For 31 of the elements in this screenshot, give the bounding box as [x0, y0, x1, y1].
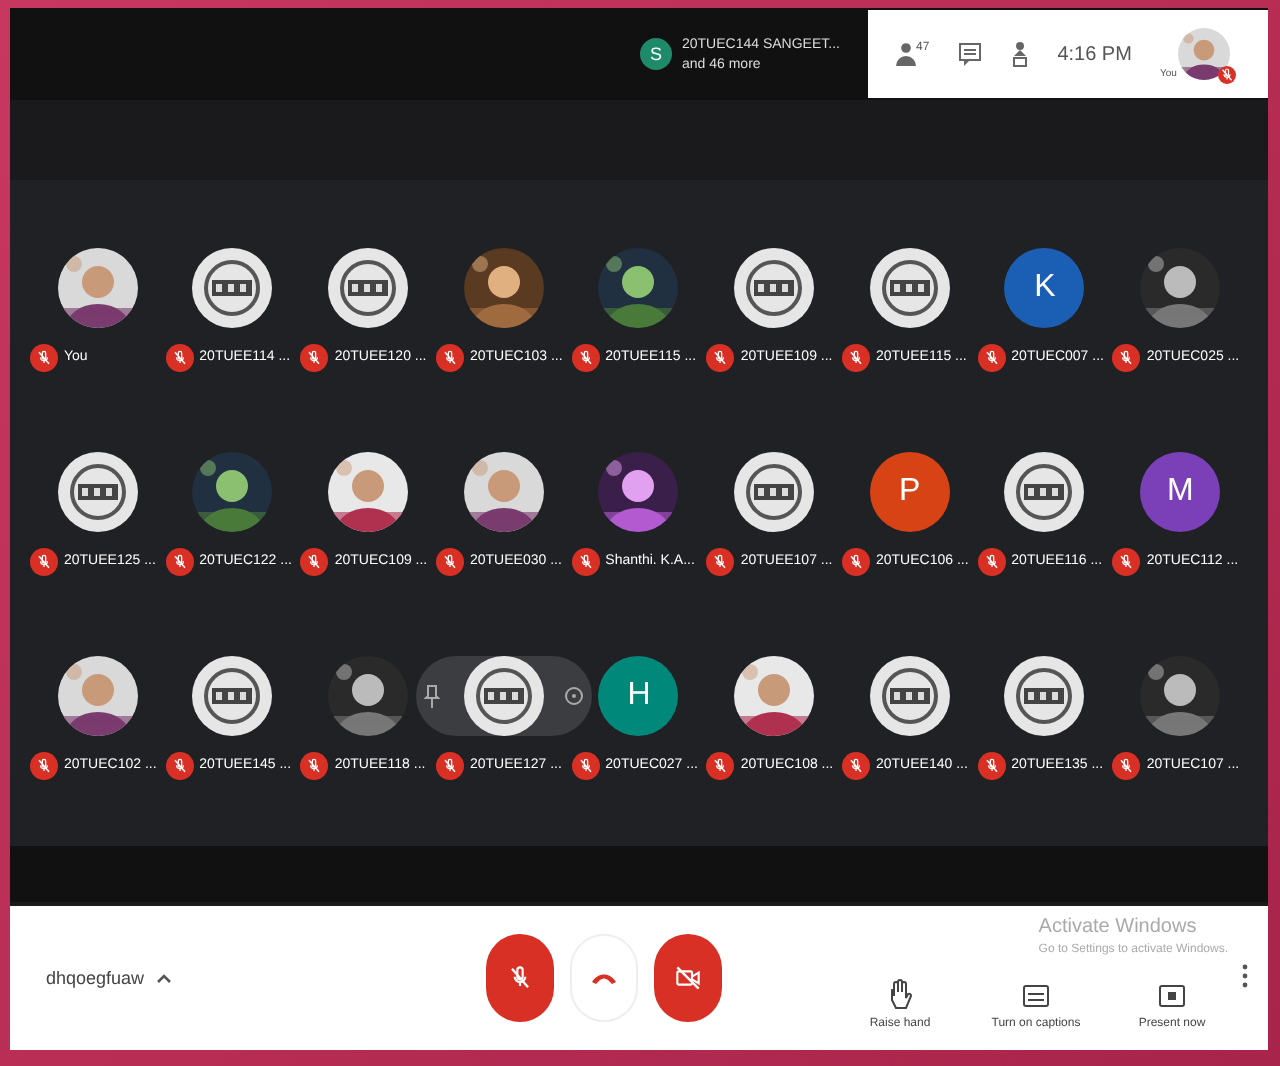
- avatar-letter: P: [869, 451, 950, 531]
- phone-icon: [590, 970, 618, 986]
- more-icon[interactable]: [563, 685, 584, 705]
- avatar-letter: M: [1140, 451, 1221, 531]
- emblem-icon: [1004, 451, 1085, 531]
- emblem-icon: [734, 451, 815, 531]
- camera-off-icon: [672, 962, 704, 994]
- pin-icon[interactable]: [423, 683, 440, 707]
- emblem-icon: [869, 655, 950, 735]
- activation-title: Activate Windows: [1038, 916, 1199, 938]
- emblem-icon: [1004, 655, 1085, 735]
- shapes-icon[interactable]: [1009, 40, 1030, 68]
- avatar-letter: K: [1004, 247, 1085, 327]
- emblem-icon: [734, 247, 815, 327]
- emblem-icon: [869, 247, 950, 327]
- clock-time: 4:16 PM: [1057, 43, 1132, 65]
- emblem-icon: [192, 247, 273, 327]
- chevron-up-icon[interactable]: [156, 972, 173, 984]
- captions-icon: [1022, 982, 1050, 1010]
- speaker-avatar: S: [640, 38, 672, 70]
- hand-icon: [888, 978, 912, 1010]
- chat-icon[interactable]: [957, 42, 982, 66]
- present-icon: [1158, 982, 1186, 1010]
- more-options-button[interactable]: [1242, 963, 1248, 993]
- mic-button[interactable]: [486, 934, 554, 1022]
- meeting-code: dhqoegfuaw: [46, 968, 145, 988]
- emblem-icon: [328, 247, 409, 327]
- emblem-icon: [57, 451, 138, 531]
- emblem-icon: [192, 655, 273, 735]
- avatar-letter: H: [598, 655, 679, 735]
- camera-button[interactable]: [654, 934, 722, 1022]
